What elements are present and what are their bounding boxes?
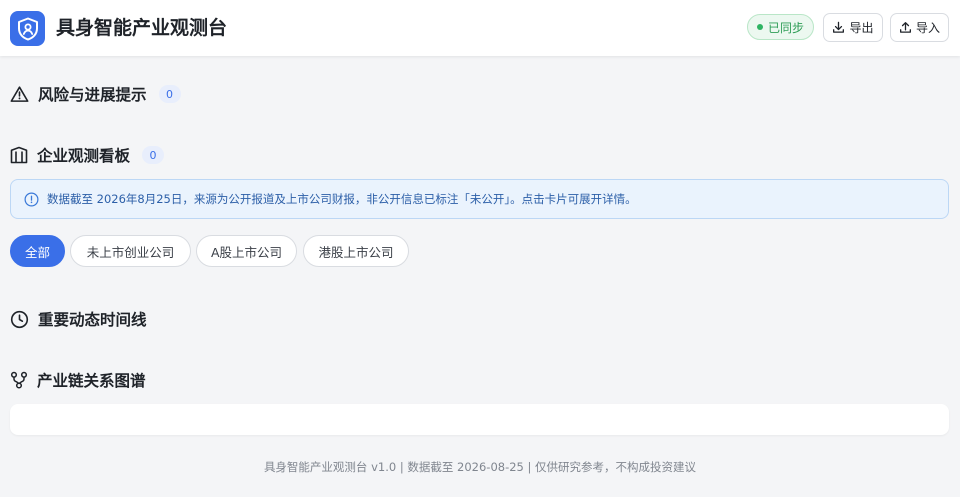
warning-triangle-icon — [10, 86, 29, 102]
board-section-header: 企业观测看板 0 — [10, 144, 165, 166]
filter-chip-unlisted-startups[interactable]: 未上市创业公司 — [70, 235, 191, 267]
download-icon — [833, 21, 845, 33]
board-count-badge: 0 — [142, 146, 165, 164]
export-button[interactable]: 导出 — [823, 13, 883, 42]
import-button-label: 导入 — [915, 21, 940, 35]
sync-status-badge: 已同步 — [747, 14, 814, 40]
graph-section-title: 产业链关系图谱 — [37, 372, 146, 390]
timeline-section-title: 重要动态时间线 — [38, 311, 147, 329]
branch-network-icon — [10, 371, 28, 389]
app-logo — [10, 11, 45, 46]
columns-building-icon — [10, 146, 28, 164]
risk-section-header: 风险与进展提示 0 — [10, 83, 181, 105]
filter-chip-all[interactable]: 全部 — [10, 235, 65, 267]
risk-count-badge: 0 — [158, 85, 181, 103]
filter-chip-a-share[interactable]: A股上市公司 — [196, 235, 297, 267]
graph-section-header: 产业链关系图谱 — [10, 369, 146, 391]
filter-chip-hk-listed[interactable]: 港股上市公司 — [303, 235, 409, 267]
import-button[interactable]: 导入 — [890, 13, 949, 42]
top-bar: 具身智能产业观测台 已同步 导出 导入 — [0, 0, 960, 56]
board-section-title: 企业观测看板 — [37, 147, 131, 165]
timeline-section-header: 重要动态时间线 — [10, 308, 147, 330]
footer-text: 具身智能产业观测台 v1.0 | 数据截至 2026-08-25 | 仅供研究参… — [263, 460, 697, 474]
relationship-graph-panel — [10, 404, 949, 435]
export-button-label: 导出 — [849, 21, 874, 35]
upload-icon — [900, 22, 911, 33]
info-banner: 数据截至 2026年8月25日，来源为公开报道及上市公司财报，非公开信息已标注「… — [10, 179, 949, 219]
app-title: 具身智能产业观测台 — [56, 17, 228, 39]
sync-status-label: 已同步 — [767, 20, 804, 35]
shield-user-icon — [17, 17, 38, 40]
clock-icon — [10, 310, 29, 328]
info-circle-icon — [24, 192, 39, 206]
info-banner-text: 数据截至 2026年8月25日，来源为公开报道及上市公司财报，非公开信息已标注「… — [47, 192, 637, 206]
risk-section-title: 风险与进展提示 — [38, 86, 147, 104]
sync-dot-icon — [756, 24, 763, 30]
